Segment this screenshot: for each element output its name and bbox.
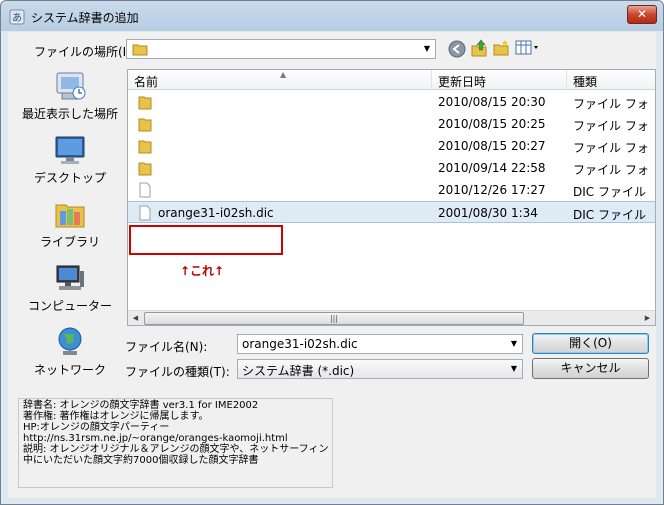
libraries-icon — [55, 204, 85, 228]
svg-text:あ: あ — [12, 12, 22, 24]
filename-value: orange31-i02sh.dic — [242, 337, 358, 351]
info-line: 中にいただいた顔文字約7000個収録した顔文字辞書 — [23, 455, 259, 466]
computer-icon — [56, 265, 84, 290]
file-date: 2010/08/15 20:30 — [438, 95, 546, 109]
places-bar: 最近表示した場所 デスクトップ ライブラリ コンピューター ネットワーク — [15, 69, 125, 399]
folder-icon — [138, 118, 152, 132]
file-type: DIC ファイル — [573, 208, 646, 222]
list-item-selected[interactable]: orange31-i02sh.dic 2001/08/30 1:34 DIC フ… — [128, 201, 655, 223]
window-title: システム辞書の追加 — [31, 11, 139, 25]
scroll-right-icon[interactable]: ▶ — [640, 312, 655, 325]
file-date: 2010/12/26 17:27 — [438, 183, 546, 197]
dialog-window: あ システム辞書の追加 ✕ ファイルの場所(I): ▼ 最近表示した場所 デスク… — [0, 0, 664, 505]
info-line: http://ns.31rsm.ne.jp/~orange/oranges-ka… — [23, 433, 288, 444]
place-computer[interactable]: コンピューター — [15, 261, 125, 321]
new-folder-icon[interactable] — [492, 39, 510, 57]
dialog-client: ファイルの場所(I): ▼ 最近表示した場所 デスクトップ ライブラリ コンピュ… — [8, 32, 656, 498]
cancel-button[interactable]: キャンセル — [532, 358, 649, 379]
network-icon — [58, 327, 82, 355]
list-item[interactable]: 2010/09/14 22:58 ファイル フォ — [128, 157, 655, 179]
file-icon — [139, 182, 151, 198]
file-type: ファイル フォ — [573, 163, 649, 177]
chevron-down-icon[interactable]: ▼ — [506, 335, 522, 353]
annotation-highlight-box — [129, 225, 283, 255]
info-line: 著作権: 著作権はオレンジに帰属します。 — [23, 411, 209, 422]
file-date: 2010/08/15 20:25 — [438, 117, 546, 131]
place-label: デスクトップ — [33, 171, 106, 185]
title-bar[interactable]: あ システム辞書の追加 ✕ — [1, 1, 663, 31]
chevron-down-icon[interactable]: ▼ — [419, 40, 435, 58]
file-date: 2001/08/30 1:34 — [438, 206, 538, 220]
sort-ascending-icon: ▲ — [280, 70, 287, 79]
up-folder-icon[interactable] — [470, 39, 488, 57]
dictionary-info-panel: 辞書名: オレンジの顔文字辞書 ver3.1 for IME2002 著作権: … — [18, 398, 333, 488]
file-type: ファイル フォ — [573, 97, 649, 111]
file-icon — [139, 205, 151, 221]
file-date: 2010/08/15 20:27 — [438, 139, 546, 153]
filename-label: ファイル名(N): — [125, 340, 208, 354]
list-item[interactable]: 2010/08/15 20:30 ファイル フォ — [128, 91, 655, 113]
desktop-icon — [55, 136, 85, 164]
place-label: ライブラリ — [39, 235, 100, 249]
column-header-date[interactable]: 更新日時 — [438, 73, 486, 90]
filetype-select[interactable]: システム辞書 (*.dic) ▼ — [237, 359, 523, 379]
recent-places-icon — [56, 72, 86, 100]
column-divider[interactable] — [431, 70, 432, 90]
scrollbar-thumb[interactable]: ||| — [144, 312, 524, 325]
place-network[interactable]: ネットワーク — [15, 325, 125, 385]
column-divider[interactable] — [566, 70, 567, 90]
place-label: コンピューター — [27, 299, 112, 313]
annotation-label: ↑これ↑ — [180, 264, 225, 278]
horizontal-scrollbar[interactable]: ◀ ||| ▶ — [128, 310, 655, 325]
lookin-label: ファイルの場所(I): — [34, 45, 135, 59]
info-line: 説明: オレンジオリジナル＆アレンジの顔文字や、ネットサーフィン — [23, 444, 329, 455]
close-button[interactable]: ✕ — [627, 5, 657, 24]
folder-icon — [138, 162, 152, 176]
back-icon[interactable] — [448, 40, 466, 58]
open-button[interactable]: 開く(O) — [532, 333, 649, 354]
list-item[interactable]: 2010/08/15 20:25 ファイル フォ — [128, 113, 655, 135]
info-line: HP:オレンジの顔文字パーティー — [23, 422, 170, 433]
info-line: 辞書名: オレンジの顔文字辞書 ver3.1 for IME2002 — [23, 400, 259, 411]
file-type: ファイル フォ — [573, 119, 649, 133]
place-libraries[interactable]: ライブラリ — [15, 197, 125, 257]
view-menu-icon[interactable] — [515, 39, 543, 57]
file-type: ファイル フォ — [573, 141, 649, 155]
place-desktop[interactable]: デスクトップ — [15, 133, 125, 193]
file-date: 2010/09/14 22:58 — [438, 161, 546, 175]
place-recent[interactable]: 最近表示した場所 — [15, 69, 125, 129]
chevron-down-icon[interactable]: ▼ — [506, 360, 522, 378]
list-header: ▲ 名前 更新日時 種類 — [128, 70, 655, 90]
list-item[interactable]: 2010/08/15 20:27 ファイル フォ — [128, 135, 655, 157]
ime-dictionary-icon: あ — [9, 9, 25, 25]
scroll-left-icon[interactable]: ◀ — [128, 312, 143, 325]
column-header-type[interactable]: 種類 — [573, 73, 597, 90]
file-list[interactable]: ▲ 名前 更新日時 種類 2010/08/15 20:30 ファイル フォ 20… — [127, 69, 656, 326]
place-label: ネットワーク — [33, 363, 106, 377]
place-label: 最近表示した場所 — [21, 107, 118, 121]
file-name: orange31-i02sh.dic — [158, 206, 274, 220]
folder-icon — [132, 44, 148, 56]
folder-icon — [138, 140, 152, 154]
filetype-label: ファイルの種類(T): — [125, 365, 230, 379]
folder-icon — [138, 96, 152, 110]
filename-combobox[interactable]: orange31-i02sh.dic ▼ — [237, 334, 523, 354]
column-header-name[interactable]: 名前 — [134, 73, 158, 90]
filetype-value: システム辞書 (*.dic) — [242, 364, 355, 378]
file-type: DIC ファイル — [573, 185, 646, 199]
lookin-combobox[interactable]: ▼ — [126, 39, 436, 59]
list-item[interactable]: 2010/12/26 17:27 DIC ファイル — [128, 179, 655, 201]
